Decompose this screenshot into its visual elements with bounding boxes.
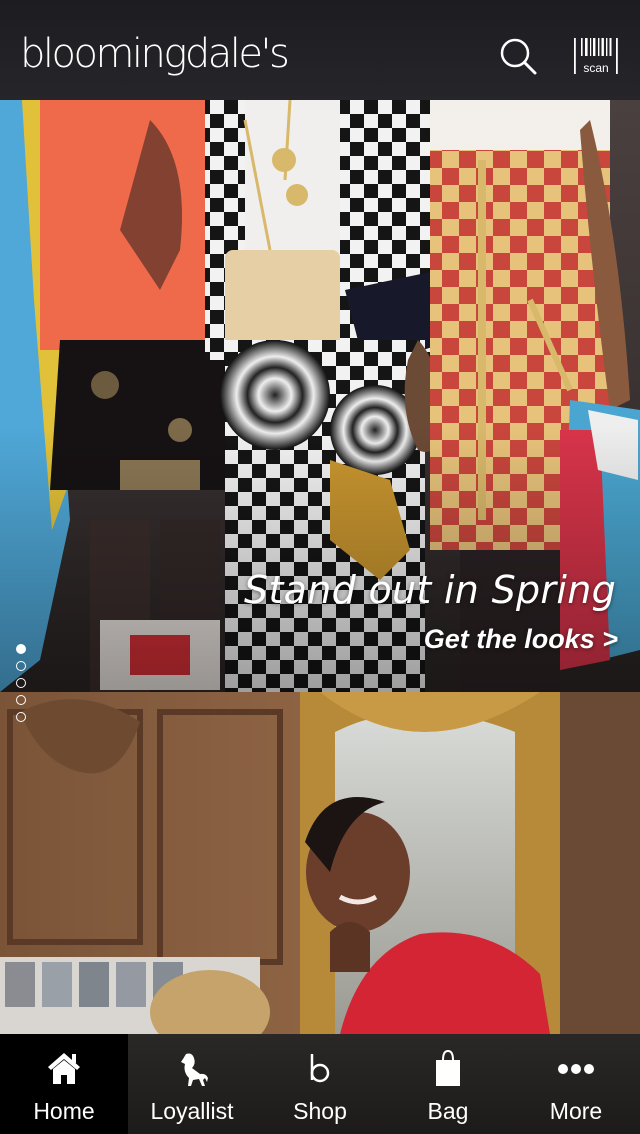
tab-shop-label: Shop (293, 1098, 347, 1124)
top-header: bloomingdale's scan (0, 0, 640, 100)
tab-more-label: More (549, 1098, 603, 1124)
tab-loyallist[interactable]: Loyallist (128, 1034, 256, 1134)
tab-loyallist-label: Loyallist (150, 1098, 234, 1124)
home-icon (48, 1053, 80, 1084)
more-dots-icon (558, 1064, 594, 1074)
get-the-looks-link[interactable]: Get the looks > (424, 624, 618, 655)
search-icon[interactable] (498, 36, 538, 76)
hero-title: Stand out in Spring (244, 568, 616, 612)
carousel-dot-5[interactable] (16, 712, 26, 722)
tab-home-label: Home (33, 1098, 95, 1124)
hero-banner[interactable]: Stand out in Spring Get the looks > (0, 100, 640, 692)
bottom-tab-bar: Home Loyallist Shop Bag More (0, 1034, 640, 1134)
carousel-dot-1[interactable] (16, 644, 26, 654)
carousel-dot-4[interactable] (16, 695, 26, 705)
scan-label: scan (583, 61, 608, 75)
app-screen: bloomingdale's scan Stand out in Spring … (0, 0, 640, 1134)
bloomingdales-logo[interactable]: bloomingdale's (20, 30, 290, 78)
tab-bag-label: Bag (427, 1098, 469, 1124)
promo-panel[interactable] (0, 692, 640, 1034)
dog-icon (181, 1053, 208, 1086)
barcode-scan-icon[interactable]: scan (572, 36, 620, 76)
tab-shop[interactable]: Shop (256, 1034, 384, 1134)
shop-b-icon (310, 1054, 330, 1083)
tab-more[interactable]: More (512, 1034, 640, 1134)
bag-icon (436, 1049, 460, 1086)
tab-bag[interactable]: Bag (384, 1034, 512, 1134)
promo-photo (0, 692, 640, 1034)
carousel-dot-3[interactable] (16, 678, 26, 688)
tab-home[interactable]: Home (0, 1034, 128, 1134)
carousel-dots (16, 644, 30, 729)
carousel-dot-2[interactable] (16, 661, 26, 671)
